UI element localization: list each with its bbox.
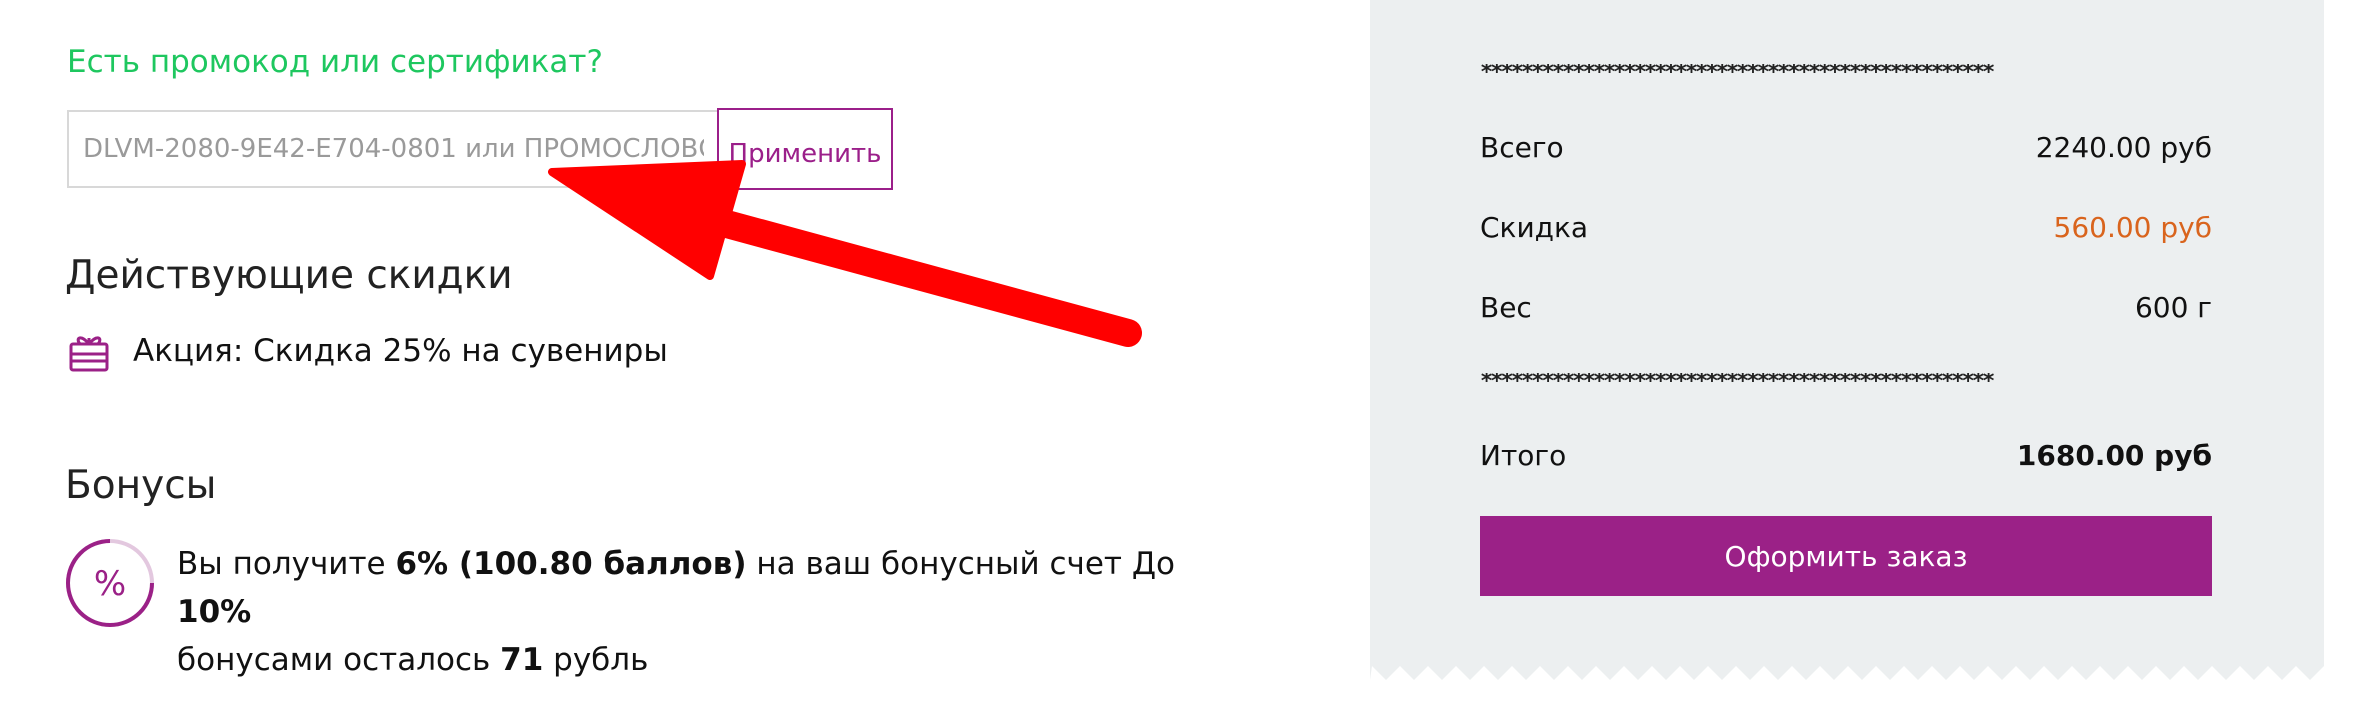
subtotal-label: Всего (1480, 131, 1564, 164)
panel-background (1370, 0, 2324, 680)
bonus-description: Вы получите 6% (100.80 баллов) на ваш бо… (177, 540, 1217, 684)
discounts-heading: Действующие скидки (65, 253, 513, 298)
gift-icon (67, 330, 111, 374)
bonus-text-part: рубль (543, 642, 649, 678)
bonuses-heading: Бонусы (65, 463, 217, 508)
percent-icon: % (64, 537, 156, 629)
bonus-text-part: на ваш бонусный счет До (746, 546, 1176, 582)
promo-code-input[interactable] (67, 110, 718, 188)
grand-total-label: Итого (1480, 439, 1567, 472)
bonus-text-part: Вы получите (177, 546, 396, 582)
promo-question: Есть промокод или сертификат? (67, 44, 603, 80)
bonus-remaining: 71 (500, 642, 544, 678)
apply-promo-button[interactable]: Применить (717, 108, 893, 190)
grand-total-value: 1680.00 руб (2016, 439, 2212, 472)
discount-value: 560.00 руб (2053, 211, 2212, 244)
subtotal-value: 2240.00 руб (2035, 131, 2212, 164)
checkout-button[interactable]: Оформить заказ (1480, 516, 2212, 596)
checkout-page: Есть промокод или сертификат? Применить … (0, 0, 2368, 706)
weight-value: 600 г (2134, 291, 2212, 324)
discount-item-label: Акция: Скидка 25% на сувениры (133, 333, 668, 369)
bonus-max-percent: 10% (177, 594, 252, 630)
order-summary-panel: ****************************************… (1370, 0, 2324, 706)
separator-line: ****************************************… (1480, 64, 1995, 82)
bonus-percent: 6% (100.80 баллов) (395, 546, 747, 582)
discount-label: Скидка (1480, 211, 1589, 244)
weight-label: Вес (1480, 291, 1532, 324)
bonus-text-part: бонусами осталось (177, 642, 501, 678)
separator-line: ****************************************… (1480, 373, 1995, 391)
svg-text:%: % (94, 564, 126, 604)
